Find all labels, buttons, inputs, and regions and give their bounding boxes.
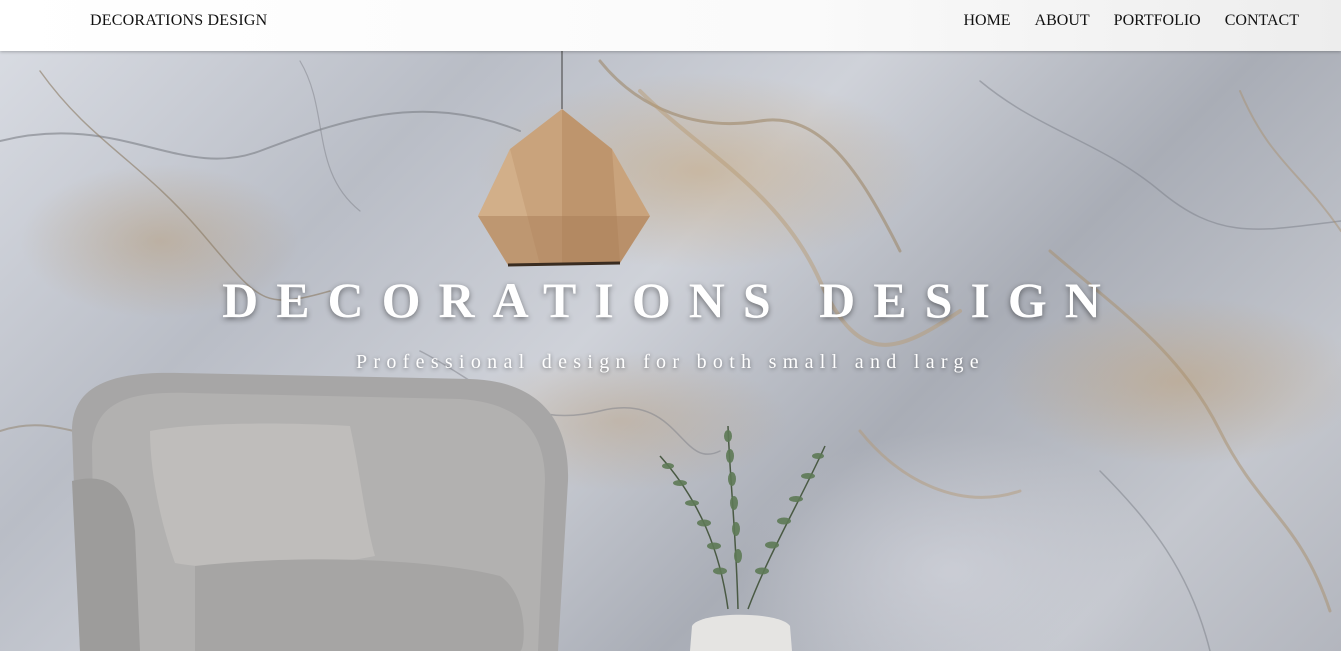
nav-about-link[interactable]: ABOUT <box>1035 12 1090 30</box>
hero-title: DECORATIONS DESIGN <box>222 272 1119 328</box>
armchair <box>72 372 569 651</box>
pendant-lamp <box>478 51 650 267</box>
top-navbar: DECORATIONS DESIGN HOME ABOUT PORTFOLIO … <box>0 0 1341 51</box>
potted-plant <box>659 425 826 651</box>
main-nav: HOME ABOUT PORTFOLIO CONTACT <box>963 12 1299 30</box>
brand-logo-link[interactable]: DECORATIONS DESIGN <box>90 12 267 30</box>
nav-contact-link[interactable]: CONTACT <box>1225 12 1299 30</box>
hero-subtitle: Professional design for both small and l… <box>356 351 985 373</box>
hero-section: DECORATIONS DESIGN Professional design f… <box>0 51 1341 651</box>
nav-portfolio-link[interactable]: PORTFOLIO <box>1114 12 1201 30</box>
nav-home-link[interactable]: HOME <box>963 12 1010 30</box>
